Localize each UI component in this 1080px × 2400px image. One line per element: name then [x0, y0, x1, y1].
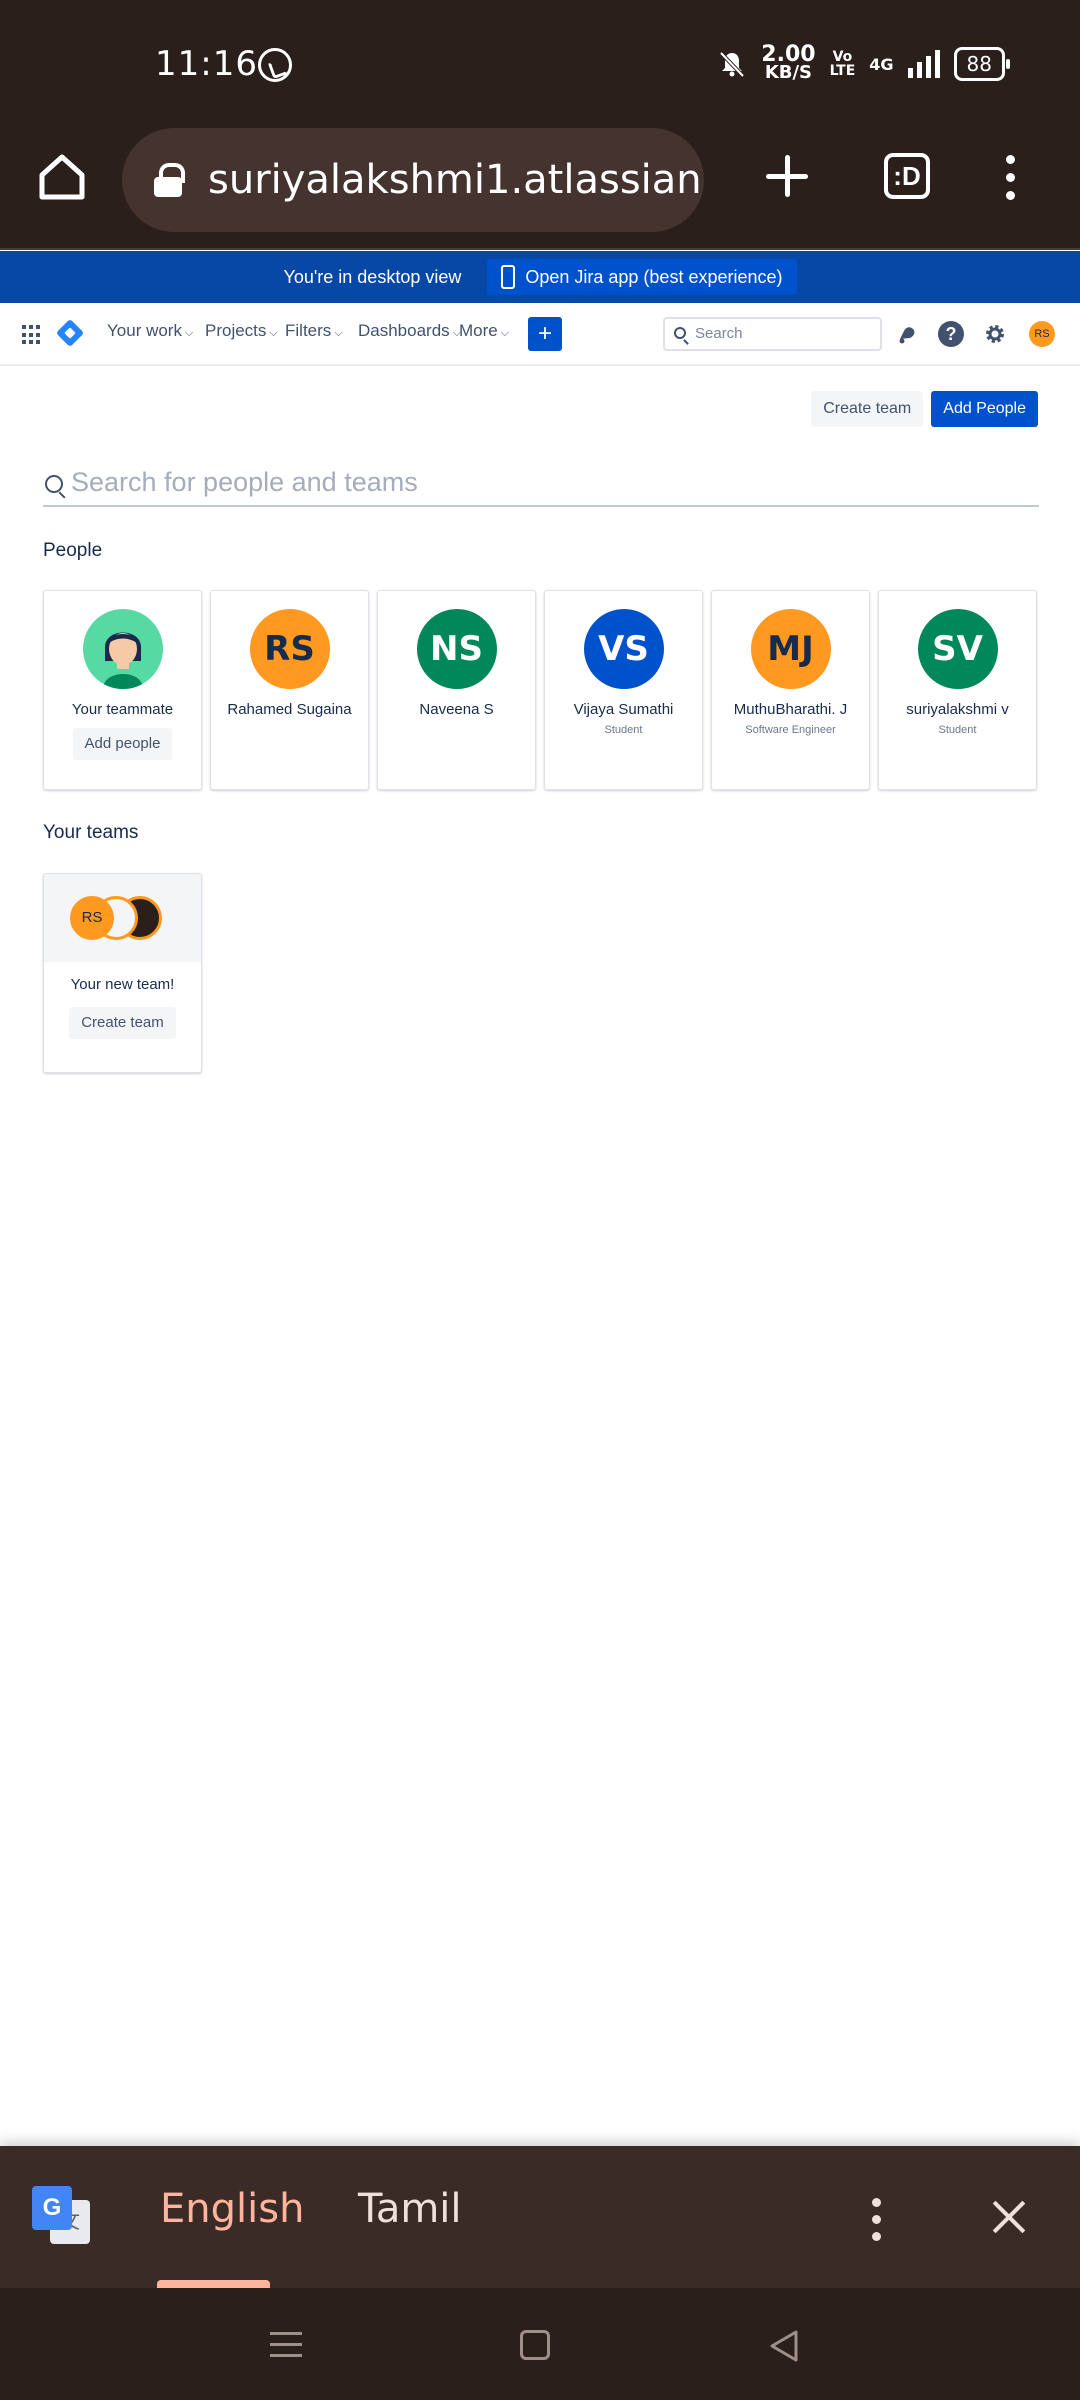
system-nav-bar: [0, 2288, 1080, 2400]
jira-top-nav: Your work ⌵ Projects ⌵ Filters ⌵ Dashboards…: [0, 303, 1080, 366]
person-card[interactable]: RS Rahamed Sugaina: [210, 590, 369, 790]
page-actions: Create team Add People: [811, 391, 1038, 427]
add-people-button[interactable]: Add People: [931, 391, 1038, 427]
settings-icon[interactable]: [982, 321, 1008, 347]
nav-more[interactable]: More ⌵: [459, 321, 509, 341]
nav-filters-label: Filters: [285, 321, 332, 340]
person-avatar: NS: [416, 609, 497, 689]
team-card[interactable]: RS Your new team! Create team: [43, 873, 202, 1073]
open-jira-app-button[interactable]: Open Jira app (best experience): [487, 259, 797, 295]
browser-toolbar: suriyalakshmi1.atlassian.net/j :D: [0, 125, 1080, 250]
chevron-down-icon: ⌵: [500, 327, 510, 339]
search-icon: [674, 327, 686, 339]
jira-logo-icon[interactable]: [55, 318, 85, 348]
url-text: suriyalakshmi1.atlassian.net/j: [208, 157, 704, 203]
person-avatar: SV: [917, 609, 998, 689]
person-card[interactable]: SV suriyalakshmi v Student: [878, 590, 1037, 790]
volte-top: Vo: [832, 49, 853, 65]
team-member-avatar: RS: [70, 896, 114, 940]
jira-search-input[interactable]: Search: [663, 317, 882, 351]
system-home-icon[interactable]: [520, 2330, 550, 2360]
translate-bar: 文 G English Tamil: [0, 2146, 1080, 2288]
translate-menu-icon[interactable]: [869, 2198, 883, 2242]
person-role: Student: [938, 724, 977, 736]
team-name: Your new team!: [70, 976, 175, 993]
user-avatar[interactable]: RS: [1029, 321, 1055, 347]
battery-icon: 88: [953, 47, 1011, 81]
network-type: 4G: [869, 54, 894, 74]
source-language-tab[interactable]: English: [160, 2186, 304, 2232]
nav-filters[interactable]: Filters ⌵: [285, 321, 343, 341]
desktop-view-banner: You're in desktop view Open Jira app (be…: [0, 251, 1080, 303]
active-tab-indicator: [157, 2280, 270, 2288]
teams-section-title: Your teams: [43, 822, 139, 843]
create-team-card-button[interactable]: Create team: [69, 1007, 176, 1039]
chevron-down-icon: ⌵: [334, 327, 343, 339]
recent-apps-icon[interactable]: [270, 2332, 302, 2358]
nav-dashboards-label: Dashboards: [358, 321, 450, 340]
people-section-title: People: [43, 540, 103, 561]
nav-projects-label: Projects: [205, 321, 267, 340]
volte-indicator: Vo LTE: [830, 50, 856, 78]
target-language-tab[interactable]: Tamil: [358, 2186, 462, 2232]
whatsapp-icon: [258, 48, 292, 82]
person-avatar: VS: [583, 609, 664, 689]
speed-unit: KB/S: [764, 62, 813, 83]
jira-search-placeholder: Search: [695, 325, 743, 342]
network-speed: 2.00 KB/S: [761, 44, 815, 83]
new-tab-icon[interactable]: [762, 151, 812, 201]
nav-projects[interactable]: Projects ⌵: [205, 321, 278, 341]
nav-more-label: More: [459, 321, 498, 340]
person-role: Software Engineer: [745, 724, 836, 736]
status-bar: 11:16 2.00 KB/S Vo LTE 4G 88: [0, 0, 1080, 125]
nav-your-work[interactable]: Your work ⌵: [107, 321, 193, 341]
phone-icon: [501, 265, 516, 289]
person-avatar: RS: [249, 609, 330, 689]
status-indicators: 2.00 KB/S Vo LTE 4G 88: [717, 44, 1011, 83]
person-name: Naveena S: [419, 701, 494, 718]
status-time: 11:16: [155, 44, 258, 84]
person-role: Student: [604, 724, 643, 736]
nav-dashboards[interactable]: Dashboards ⌵: [358, 321, 461, 341]
open-jira-app-label: Open Jira app (best experience): [525, 266, 783, 287]
people-search-input[interactable]: [71, 464, 971, 500]
chevron-down-icon: ⌵: [184, 327, 194, 339]
person-card-teammate[interactable]: Your teammate Add people: [43, 590, 202, 790]
people-search-field: [43, 460, 1039, 507]
app-switcher-icon[interactable]: [22, 325, 42, 345]
volte-bottom: LTE: [829, 63, 856, 79]
address-bar[interactable]: suriyalakshmi1.atlassian.net/j: [122, 128, 704, 232]
create-team-button[interactable]: Create team: [811, 391, 924, 427]
teammate-avatar-icon: [82, 609, 163, 689]
tab-switcher-button[interactable]: :D: [884, 153, 930, 199]
person-name: Vijaya Sumathi: [573, 701, 674, 718]
battery-level: 88: [966, 52, 992, 76]
google-translate-icon: 文 G: [32, 2186, 90, 2244]
notifications-icon[interactable]: [894, 321, 920, 347]
translate-logo-g: G: [32, 2186, 72, 2230]
nav-your-work-label: Your work: [107, 321, 182, 340]
browser-menu-icon[interactable]: [1000, 155, 1020, 203]
person-name: Rahamed Sugaina: [227, 701, 352, 718]
person-name: Your teammate: [71, 701, 174, 718]
add-people-card-button[interactable]: Add people: [72, 728, 173, 760]
close-icon[interactable]: [990, 2198, 1028, 2236]
lock-icon: [154, 163, 185, 197]
create-button[interactable]: +: [528, 317, 562, 351]
person-card[interactable]: VS Vijaya Sumathi Student: [544, 590, 703, 790]
desktop-view-text: You're in desktop view: [283, 266, 462, 287]
chevron-down-icon: ⌵: [269, 327, 278, 339]
muted-bell-icon: [717, 49, 747, 79]
person-name: MuthuBharathi. J: [733, 701, 848, 718]
team-avatars: RS: [44, 874, 201, 962]
person-avatar: MJ: [750, 609, 831, 689]
person-name: suriyalakshmi v: [906, 701, 1009, 718]
person-card[interactable]: MJ MuthuBharathi. J Software Engineer: [711, 590, 870, 790]
person-card[interactable]: NS Naveena S: [377, 590, 536, 790]
help-icon[interactable]: ?: [938, 321, 964, 347]
signal-icon: [907, 50, 940, 78]
home-icon[interactable]: [36, 151, 88, 203]
search-icon: [45, 475, 63, 493]
people-cards: Your teammate Add people RS Rahamed Suga…: [43, 590, 1037, 790]
